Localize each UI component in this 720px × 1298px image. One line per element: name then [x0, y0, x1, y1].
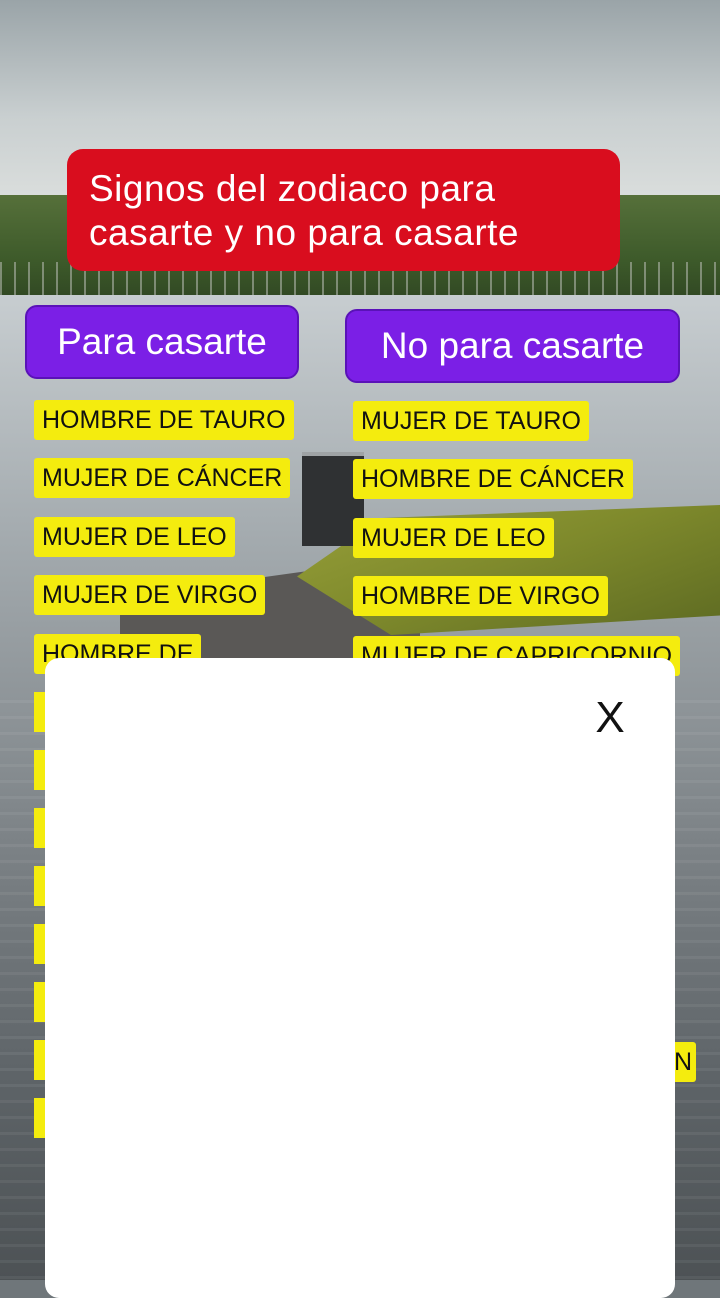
header-no-para-casarte: No para casarte	[345, 309, 680, 383]
close-button[interactable]: X	[585, 688, 635, 748]
right-item: MUJER DE LEO	[353, 518, 554, 558]
right-item: HOMBRE DE VIRGO	[353, 576, 608, 616]
left-item: MUJER DE VIRGO	[34, 575, 266, 615]
right-item: HOMBRE DE CÁNCER	[353, 459, 633, 499]
left-item: MUJER DE CÁNCER	[34, 458, 291, 498]
left-item: HOMBRE DE TAURO	[34, 400, 294, 440]
header-para-casarte: Para casarte	[25, 305, 299, 379]
page-title: Signos del zodiaco para casarte y no par…	[67, 149, 620, 271]
modal-dialog: X	[45, 658, 675, 1298]
right-item: MUJER DE TAURO	[353, 401, 589, 441]
left-item: MUJER DE LEO	[34, 517, 235, 557]
